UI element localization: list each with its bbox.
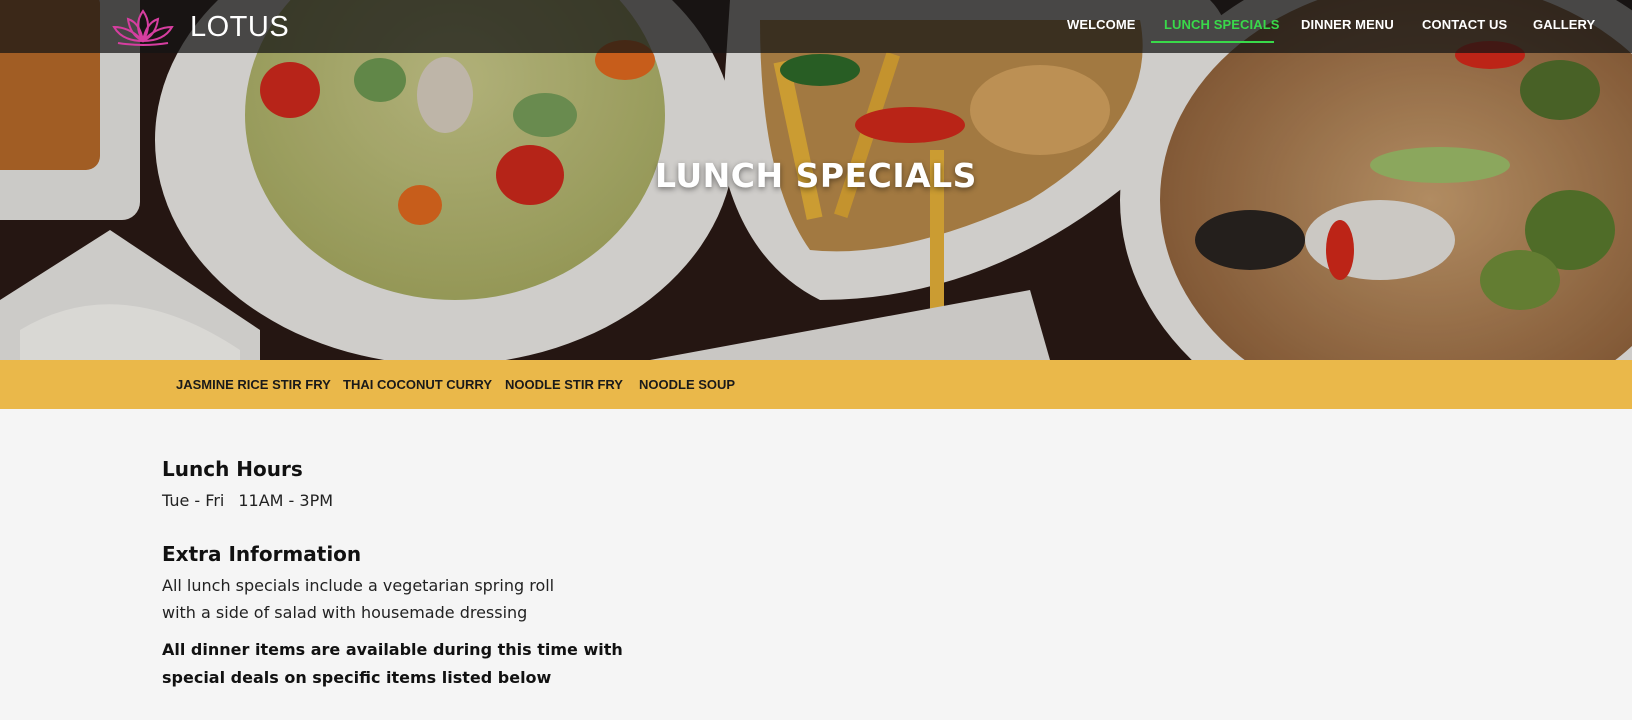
lunch-hours-text: Tue - Fri 11AM - 3PM [162,487,862,514]
extra-info-line-1: All lunch specials include a vegetarian … [162,576,555,595]
nav-dinner-menu[interactable]: DINNER MENU [1301,17,1394,32]
category-noodle-soup[interactable]: NOODLE SOUP [639,377,735,392]
category-noodle-stir-fry[interactable]: NOODLE STIR FRY [505,377,623,392]
active-nav-underline [1151,41,1274,43]
hero-banner: LUNCH SPECIALS [0,0,1632,360]
lunch-time: 11AM - 3PM [238,491,334,510]
extra-info-line-2: with a side of salad with housemade dres… [162,603,528,622]
dinner-note-line-1: All dinner items are available during th… [162,640,623,659]
nav-welcome[interactable]: WELCOME [1067,17,1136,32]
lunch-hours-heading: Lunch Hours [162,457,303,481]
lunch-days: Tue - Fri [162,491,225,510]
main-nav: WELCOME LUNCH SPECIALS DINNER MENU CONTA… [0,0,1632,53]
dinner-availability-note: All dinner items are available during th… [162,636,862,692]
nav-gallery[interactable]: GALLERY [1533,17,1595,32]
top-navigation-bar: LOTUS WELCOME LUNCH SPECIALS DINNER MENU… [0,0,1632,53]
menu-category-nav: JASMINE RICE STIR FRY THAI COCONUT CURRY… [0,360,1632,409]
page-title: LUNCH SPECIALS [655,156,977,195]
lunch-info-section: Lunch Hours Tue - Fri 11AM - 3PM Extra In… [162,457,862,692]
category-jasmine-rice-stir-fry[interactable]: JASMINE RICE STIR FRY [176,377,331,392]
nav-lunch-specials[interactable]: LUNCH SPECIALS [1164,17,1280,32]
category-thai-coconut-curry[interactable]: THAI COCONUT CURRY [343,377,492,392]
extra-info-text: All lunch specials include a vegetarian … [162,572,862,626]
extra-info-heading: Extra Information [162,542,362,566]
nav-contact-us[interactable]: CONTACT US [1422,17,1507,32]
dinner-note-line-2: special deals on specific items listed b… [162,668,552,687]
